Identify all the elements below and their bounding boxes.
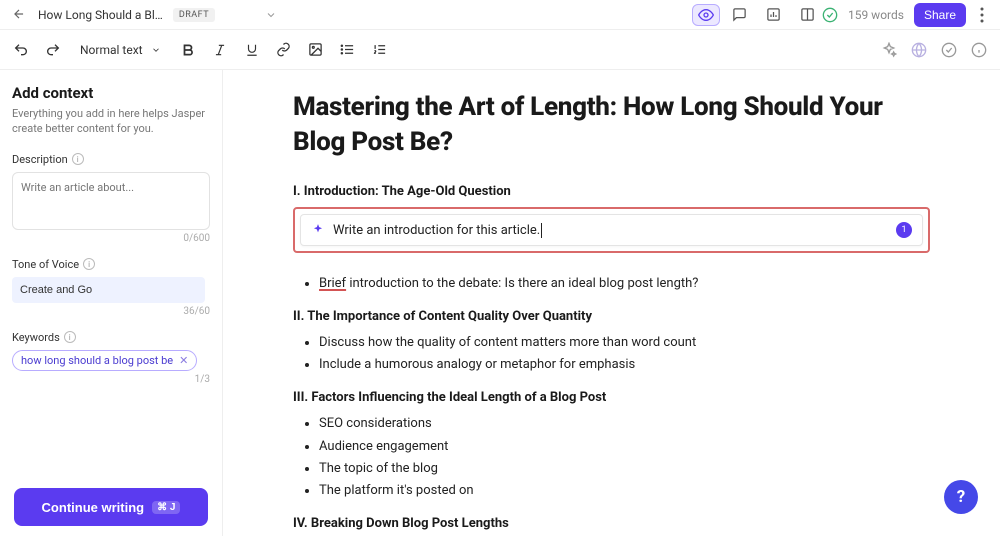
description-counter: 0/600	[12, 233, 210, 244]
ai-prompt-bar[interactable]: Write an introduction for this article. …	[300, 214, 923, 246]
chevron-down-icon[interactable]	[265, 9, 277, 21]
draft-badge: DRAFT	[173, 8, 215, 22]
sidebar-subtitle: Everything you add in here helps Jasper …	[12, 106, 210, 137]
bold-icon[interactable]	[179, 41, 197, 59]
redo-icon[interactable]	[44, 41, 62, 59]
ai-prompt-text: Write an introduction for this article.	[333, 223, 888, 238]
status-check-icon	[822, 7, 838, 23]
tone-input[interactable]	[12, 277, 205, 303]
list-item: The platform it's posted on	[319, 480, 930, 502]
keywords-label: Keywordsi	[12, 331, 210, 344]
share-button[interactable]: Share	[914, 3, 966, 27]
keywords-counter: 1/3	[12, 374, 210, 385]
back-arrow-icon[interactable]	[12, 7, 28, 23]
kbd-shortcut: ⌘ J	[152, 501, 180, 514]
list-item: The topic of the blog	[319, 458, 930, 480]
list-item: Brief introduction to the debate: Is the…	[319, 273, 930, 295]
text-style-select[interactable]: Normal text	[76, 43, 165, 57]
list-item: Audience engagement	[319, 436, 930, 458]
preview-mode-button[interactable]	[692, 4, 720, 26]
section-heading: III. Factors Influencing the Ideal Lengt…	[293, 390, 930, 405]
list-item: Discuss how the quality of content matte…	[319, 332, 930, 354]
document-title: How Long Should a Bl…	[38, 8, 163, 22]
section-heading: II. The Importance of Content Quality Ov…	[293, 309, 930, 324]
section-heading: I. Introduction: The Age-Old Question	[293, 184, 930, 199]
analytics-mode-button[interactable]	[760, 4, 788, 26]
remove-chip-icon[interactable]: ✕	[179, 354, 188, 367]
sparkle-icon	[311, 223, 325, 237]
help-fab[interactable]: ?	[944, 480, 978, 514]
continue-writing-button[interactable]: Continue writing ⌘ J	[14, 488, 208, 526]
image-icon[interactable]	[307, 41, 325, 59]
text-style-label: Normal text	[80, 43, 143, 57]
context-sidebar: Add context Everything you add in here h…	[0, 70, 223, 536]
list-item: Include a humorous analogy or metaphor f…	[319, 354, 930, 376]
keyword-chip[interactable]: how long should a blog post be ✕	[12, 350, 197, 371]
formatting-toolbar: Normal text	[0, 30, 1000, 70]
list-item: SEO considerations	[319, 413, 930, 435]
info-icon[interactable]	[970, 41, 988, 59]
underline-icon[interactable]	[243, 41, 261, 59]
ai-sparkle-icon[interactable]	[880, 41, 898, 59]
globe-icon[interactable]	[910, 41, 928, 59]
info-icon[interactable]: i	[64, 331, 76, 343]
chat-mode-button[interactable]	[726, 4, 754, 26]
tone-label: Tone of Voicei	[12, 258, 210, 271]
sidebar-title: Add context	[12, 84, 210, 102]
checkmark-icon[interactable]	[940, 41, 958, 59]
section-heading: IV. Breaking Down Blog Post Lengths	[293, 516, 930, 531]
continue-label: Continue writing	[42, 500, 145, 515]
numbered-list-icon[interactable]	[371, 41, 389, 59]
italic-icon[interactable]	[211, 41, 229, 59]
document-editor[interactable]: Mastering the Art of Length: How Long Sh…	[223, 70, 1000, 536]
info-icon[interactable]: i	[72, 153, 84, 165]
word-count: 159 words	[848, 8, 904, 22]
more-menu-icon[interactable]	[976, 7, 988, 23]
top-bar: How Long Should a Bl… DRAFT 159 words Sh…	[0, 0, 1000, 30]
highlight-callout: Write an introduction for this article. …	[293, 207, 930, 253]
count-badge: 1	[896, 222, 912, 238]
description-label: Descriptioni	[12, 153, 210, 166]
tone-counter: 36/60	[12, 306, 210, 317]
description-input[interactable]	[12, 172, 210, 230]
document-heading: Mastering the Art of Length: How Long Sh…	[293, 90, 930, 160]
undo-icon[interactable]	[12, 41, 30, 59]
keyword-chip-text: how long should a blog post be	[21, 354, 173, 367]
link-icon[interactable]	[275, 41, 293, 59]
bullet-list-icon[interactable]	[339, 41, 357, 59]
layout-mode-button[interactable]	[794, 4, 822, 26]
info-icon[interactable]: i	[83, 258, 95, 270]
